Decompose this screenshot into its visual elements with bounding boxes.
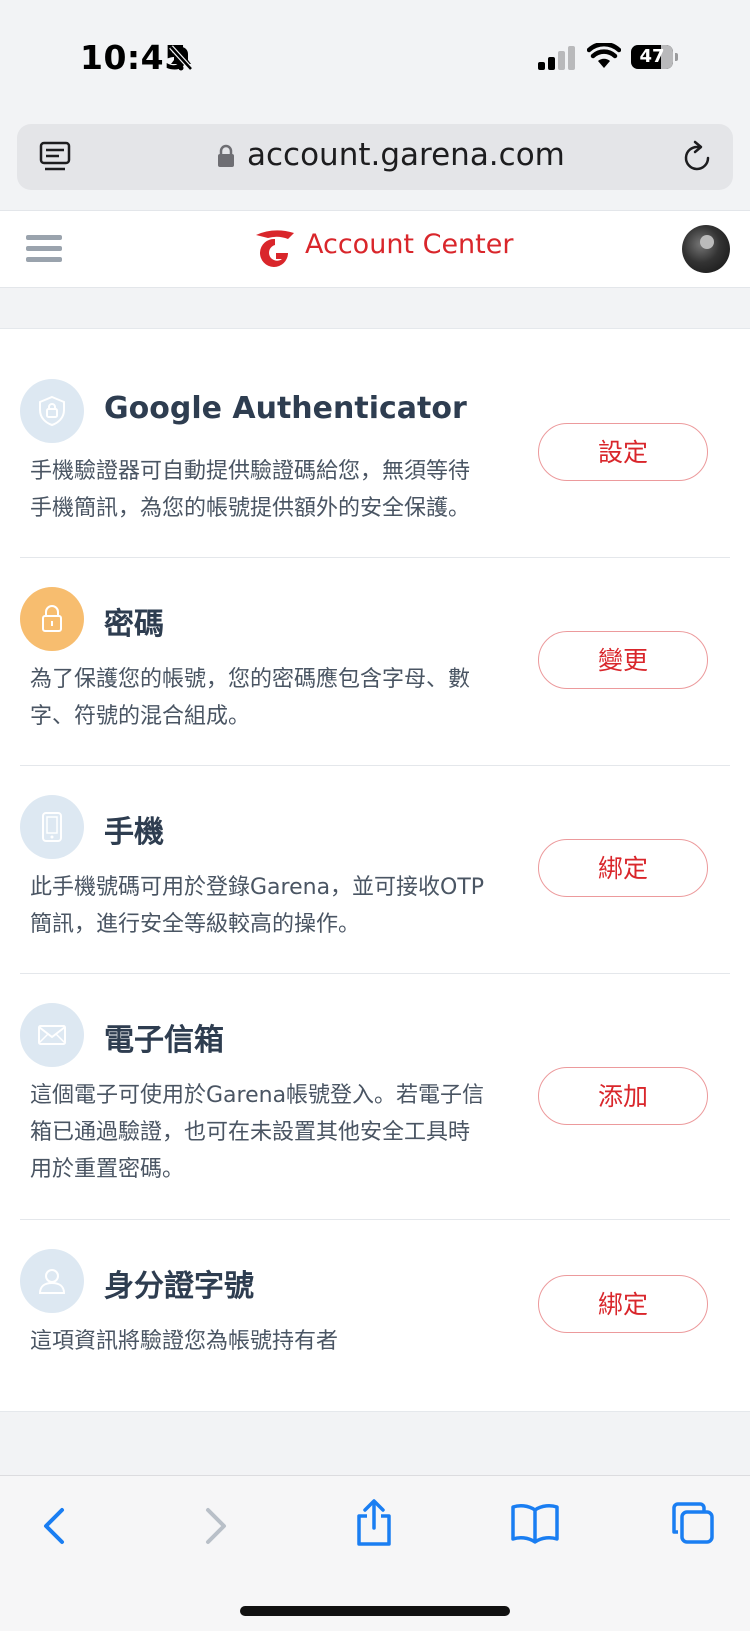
section-description: 為了保護您的帳號，您的密碼應包含字母、數 字、符號的混合組成。 bbox=[30, 661, 540, 735]
section-title: 手機 bbox=[104, 815, 164, 850]
shield-icon bbox=[20, 379, 84, 443]
bookmarks-icon[interactable] bbox=[510, 1502, 560, 1544]
description-line: 手機簡訊，為您的帳號提供額外的安全保護。 bbox=[30, 496, 471, 521]
tabs-icon[interactable] bbox=[670, 1500, 716, 1546]
bind-id-button[interactable]: 綁定 bbox=[538, 1275, 708, 1333]
section-description: 此手機號碼可用於登錄Garena，並可接收OTP 簡訊，進行安全等級較高的操作。 bbox=[30, 869, 540, 943]
hamburger-menu-icon[interactable] bbox=[26, 233, 62, 265]
cellular-signal-icon bbox=[538, 46, 575, 70]
bind-phone-button[interactable]: 綁定 bbox=[538, 839, 708, 897]
section-description: 這個電子可使用於Garena帳號登入。若電子信 箱已通過驗證，也可在未設置其他安… bbox=[30, 1077, 540, 1188]
header-title[interactable]: Account Center bbox=[305, 229, 513, 260]
divider bbox=[20, 557, 730, 558]
change-password-button[interactable]: 變更 bbox=[538, 631, 708, 689]
address-bar[interactable]: account.garena.com bbox=[17, 124, 733, 190]
site-header: Account Center bbox=[0, 210, 750, 288]
forward-icon[interactable] bbox=[200, 1504, 230, 1548]
description-line: 簡訊，進行安全等級較高的操作。 bbox=[30, 912, 361, 937]
security-settings-card: Google Authenticator 手機驗證器可自動提供驗證碼給您，無須等… bbox=[0, 328, 750, 1412]
section-title: 電子信箱 bbox=[104, 1023, 224, 1058]
battery-icon: 47 bbox=[631, 45, 679, 71]
section-title: Google Authenticator bbox=[104, 391, 467, 426]
lock-icon bbox=[218, 144, 234, 167]
bell-muted-icon bbox=[169, 45, 193, 71]
section-description: 這項資訊將驗證您為帳號持有者 bbox=[30, 1323, 540, 1360]
mail-icon bbox=[20, 1003, 84, 1067]
description-line: 此手機號碼可用於登錄Garena，並可接收OTP bbox=[30, 875, 485, 900]
divider bbox=[20, 1219, 730, 1220]
description-line: 箱已通過驗證，也可在未設置其他安全工具時 bbox=[30, 1120, 471, 1145]
page-menu-icon[interactable] bbox=[39, 141, 71, 173]
description-line: 為了保護您的帳號，您的密碼應包含字母、數 bbox=[30, 667, 471, 692]
description-line: 用於重置密碼。 bbox=[30, 1157, 185, 1182]
section-title: 身分證字號 bbox=[104, 1269, 254, 1304]
section-description: 手機驗證器可自動提供驗證碼給您，無須等待 手機簡訊，為您的帳號提供額外的安全保護… bbox=[30, 453, 540, 527]
share-icon[interactable] bbox=[353, 1498, 395, 1548]
wifi-icon bbox=[587, 43, 621, 68]
id-card-icon bbox=[20, 1249, 84, 1313]
home-indicator bbox=[240, 1606, 510, 1616]
padlock-icon bbox=[20, 587, 84, 651]
reload-icon[interactable] bbox=[681, 140, 715, 174]
description-line: 字、符號的混合組成。 bbox=[30, 704, 251, 729]
setup-button[interactable]: 設定 bbox=[538, 423, 708, 481]
status-bar: 10:45 47 bbox=[0, 0, 750, 108]
section-title: 密碼 bbox=[104, 607, 164, 642]
battery-level: 47 bbox=[639, 46, 665, 67]
phone-icon bbox=[20, 795, 84, 859]
add-email-button[interactable]: 添加 bbox=[538, 1067, 708, 1125]
avatar[interactable] bbox=[682, 225, 730, 273]
divider bbox=[20, 973, 730, 974]
description-line: 這項資訊將驗證您為帳號持有者 bbox=[30, 1329, 339, 1354]
url-text[interactable]: account.garena.com bbox=[247, 137, 565, 173]
garena-logo-icon[interactable] bbox=[252, 227, 298, 269]
back-icon[interactable] bbox=[40, 1504, 70, 1548]
description-line: 這個電子可使用於Garena帳號登入。若電子信 bbox=[30, 1083, 485, 1108]
description-line: 手機驗證器可自動提供驗證碼給您，無須等待 bbox=[30, 459, 471, 484]
divider bbox=[20, 765, 730, 766]
